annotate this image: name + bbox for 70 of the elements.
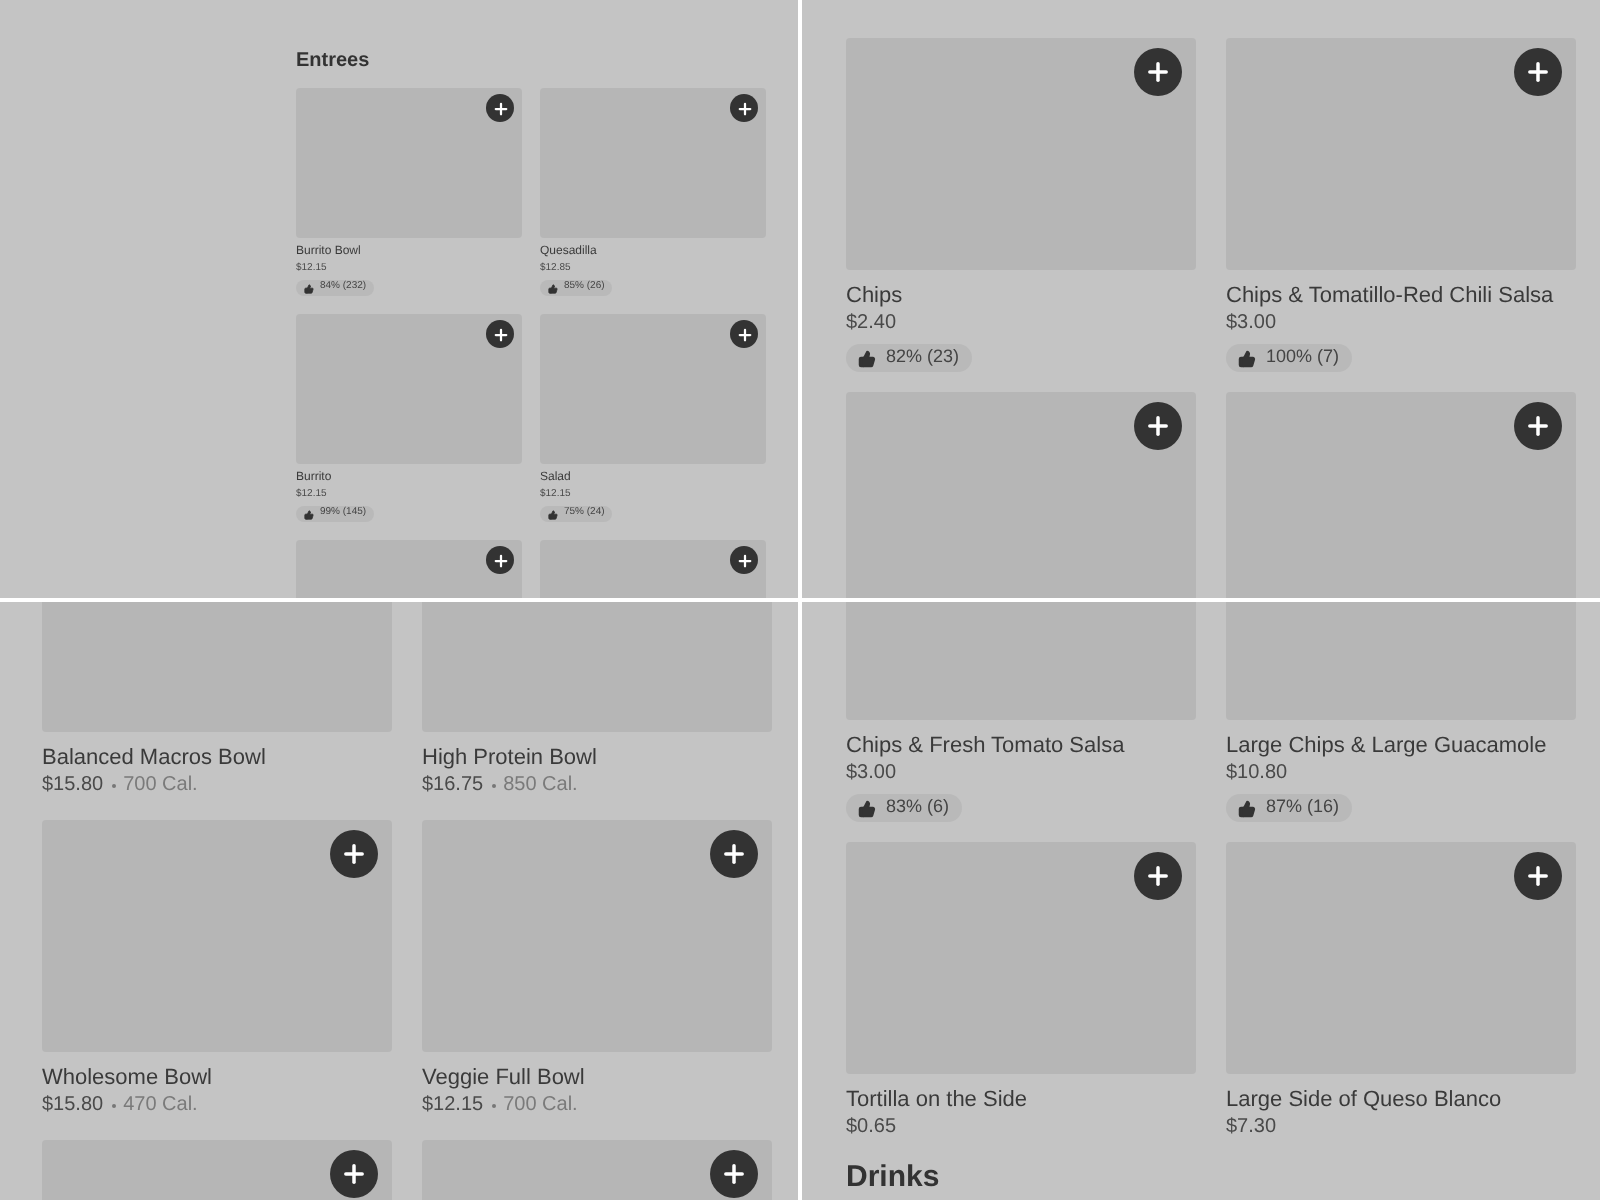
item-name: Large Chips & Large Guacamole [1226, 732, 1549, 760]
add-button[interactable] [1134, 402, 1182, 450]
item-price: $3.00 [1226, 310, 1277, 338]
item-name: Large Side of Queso Blanco [1226, 1086, 1504, 1114]
item-price: $16.75 [422, 772, 484, 800]
thumbs-up-icon [304, 509, 314, 519]
add-button[interactable] [486, 546, 514, 574]
item-name: Wholesome Bowl [42, 1064, 214, 1092]
plus-icon [720, 1160, 748, 1188]
add-button[interactable] [1134, 852, 1182, 900]
item-price: $7.30 [1226, 1114, 1277, 1142]
add-button[interactable] [1514, 402, 1562, 450]
item-name: Chips [846, 282, 905, 310]
item-price: $0.65 [846, 1114, 897, 1142]
plus-icon [1144, 58, 1172, 86]
plus-icon [340, 840, 368, 868]
add-button[interactable] [710, 1150, 758, 1198]
add-button[interactable] [710, 830, 758, 878]
item-name: High Protein Bowl [422, 744, 599, 772]
section-heading: Entrees [296, 50, 372, 74]
rating-badge: 82% (23) [846, 344, 972, 372]
plus-icon [491, 551, 509, 569]
item-calories: 700 Cal. [123, 772, 198, 800]
thumbs-up-icon [1238, 349, 1256, 367]
plus-icon [1524, 58, 1552, 86]
item-name: Tortilla on the Side [846, 1086, 1029, 1114]
item-price: $10.80 [1226, 760, 1288, 788]
plus-icon [1524, 862, 1552, 890]
item-calories: 850 Cal. [503, 772, 578, 800]
thumbs-up-icon [548, 509, 558, 519]
thumbs-up-icon [858, 799, 876, 817]
add-button[interactable] [486, 94, 514, 122]
add-button[interactable] [730, 546, 758, 574]
section-heading: Drinks [846, 1160, 942, 1194]
add-button[interactable] [1514, 852, 1562, 900]
item-price: $12.15 [422, 1092, 484, 1120]
item-price: $3.00 [846, 760, 897, 788]
plus-icon [735, 99, 753, 117]
item-calories: 700 Cal. [503, 1092, 578, 1120]
plus-icon [735, 325, 753, 343]
add-button[interactable] [486, 320, 514, 348]
item-price: $15.80 [42, 1092, 104, 1120]
plus-icon [491, 99, 509, 117]
item-name: Veggie Full Bowl [422, 1064, 587, 1092]
add-button[interactable] [330, 1150, 378, 1198]
rating-badge: 100% (7) [1226, 344, 1352, 372]
plus-icon [720, 840, 748, 868]
plus-icon [1144, 412, 1172, 440]
thumbs-up-icon [548, 283, 558, 293]
add-button[interactable] [330, 830, 378, 878]
add-button[interactable] [1514, 48, 1562, 96]
item-calories: 470 Cal. [123, 1092, 198, 1120]
plus-icon [1144, 862, 1172, 890]
thumbs-up-icon [1238, 799, 1256, 817]
thumbs-up-icon [858, 349, 876, 367]
thumbs-up-icon [304, 283, 314, 293]
item-price: $15.80 [42, 772, 104, 800]
rating-badge: 83% (6) [846, 794, 962, 822]
plus-icon [491, 325, 509, 343]
plus-icon [340, 1160, 368, 1188]
add-button[interactable] [730, 320, 758, 348]
item-name: Chips & Fresh Tomato Salsa [846, 732, 1127, 760]
plus-icon [735, 551, 753, 569]
item-price: $2.40 [846, 310, 897, 338]
add-button[interactable] [1134, 48, 1182, 96]
item-name: Chips & Tomatillo-Red Chili Salsa [1226, 282, 1556, 310]
add-button[interactable] [730, 94, 758, 122]
item-name: Balanced Macros Bowl [42, 744, 268, 772]
plus-icon [1524, 412, 1552, 440]
rating-badge: 87% (16) [1226, 794, 1352, 822]
